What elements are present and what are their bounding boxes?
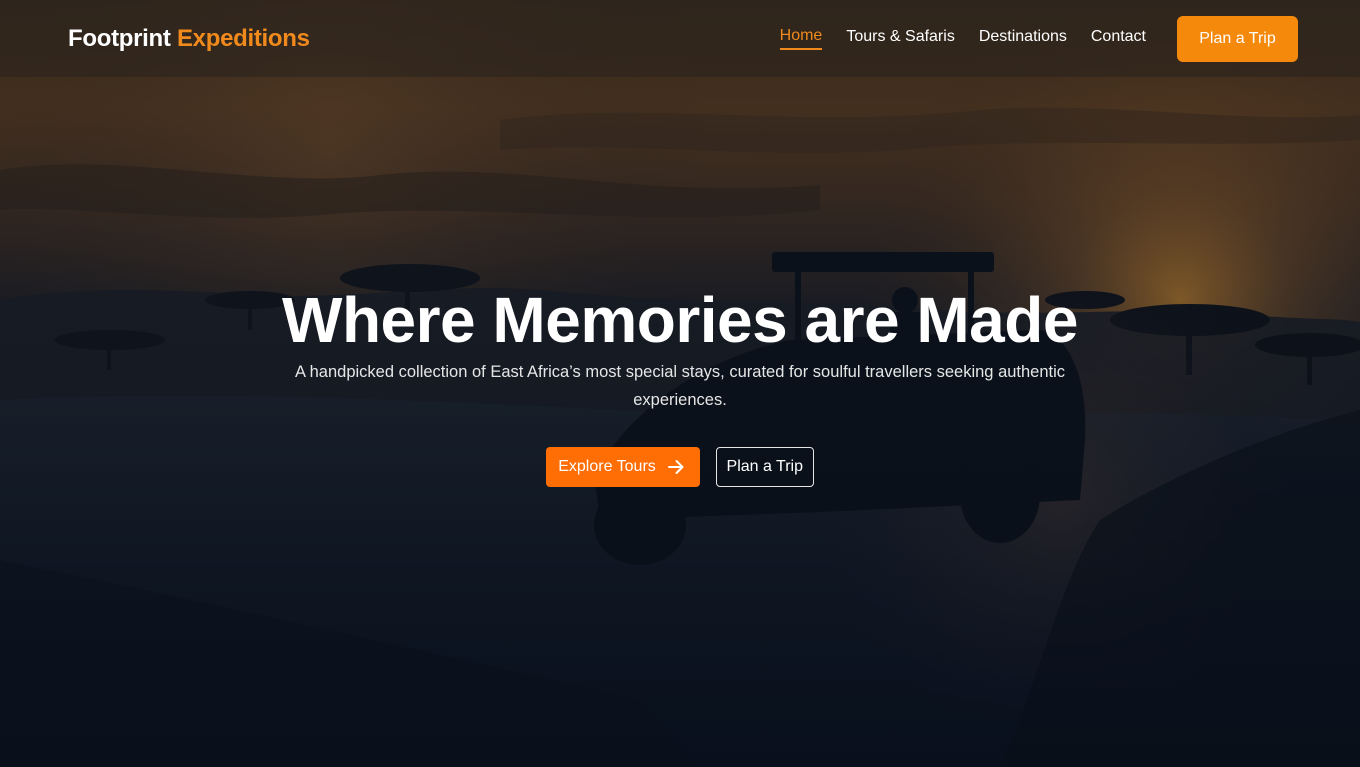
brand-name: Footprint: [68, 24, 171, 52]
hero-title: Where Memories are Made: [282, 284, 1078, 356]
main-nav: Home Tours & Safaris Destinations Contac…: [756, 15, 1298, 62]
nav-link-destinations[interactable]: Destinations: [979, 28, 1067, 49]
brand-accent: Expeditions: [176, 24, 310, 52]
nav-link-tours-safaris[interactable]: Tours & Safaris: [846, 28, 954, 49]
hero-content: Where Memories are Made A handpicked col…: [0, 282, 1360, 487]
brand-logo[interactable]: Footprint Expeditions: [68, 25, 310, 53]
explore-tours-label: Explore Tours: [558, 458, 656, 475]
plan-trip-hero-button[interactable]: Plan a Trip: [715, 447, 814, 487]
site-header: Footprint Expeditions Home Tours & Safar…: [0, 0, 1360, 77]
nav-link-home[interactable]: Home: [779, 27, 823, 50]
arrow-right-icon: [667, 460, 684, 474]
explore-tours-button[interactable]: Explore Tours: [546, 447, 700, 487]
hero-actions: Explore Tours Plan a Trip: [546, 447, 814, 487]
hero-section: Footprint Expeditions Home Tours & Safar…: [0, 0, 1360, 767]
hero-subtitle: A handpicked collection of East Africa’s…: [294, 363, 1066, 409]
plan-trip-nav-button[interactable]: Plan a Trip: [1177, 15, 1298, 62]
nav-link-contact[interactable]: Contact: [1091, 28, 1146, 49]
